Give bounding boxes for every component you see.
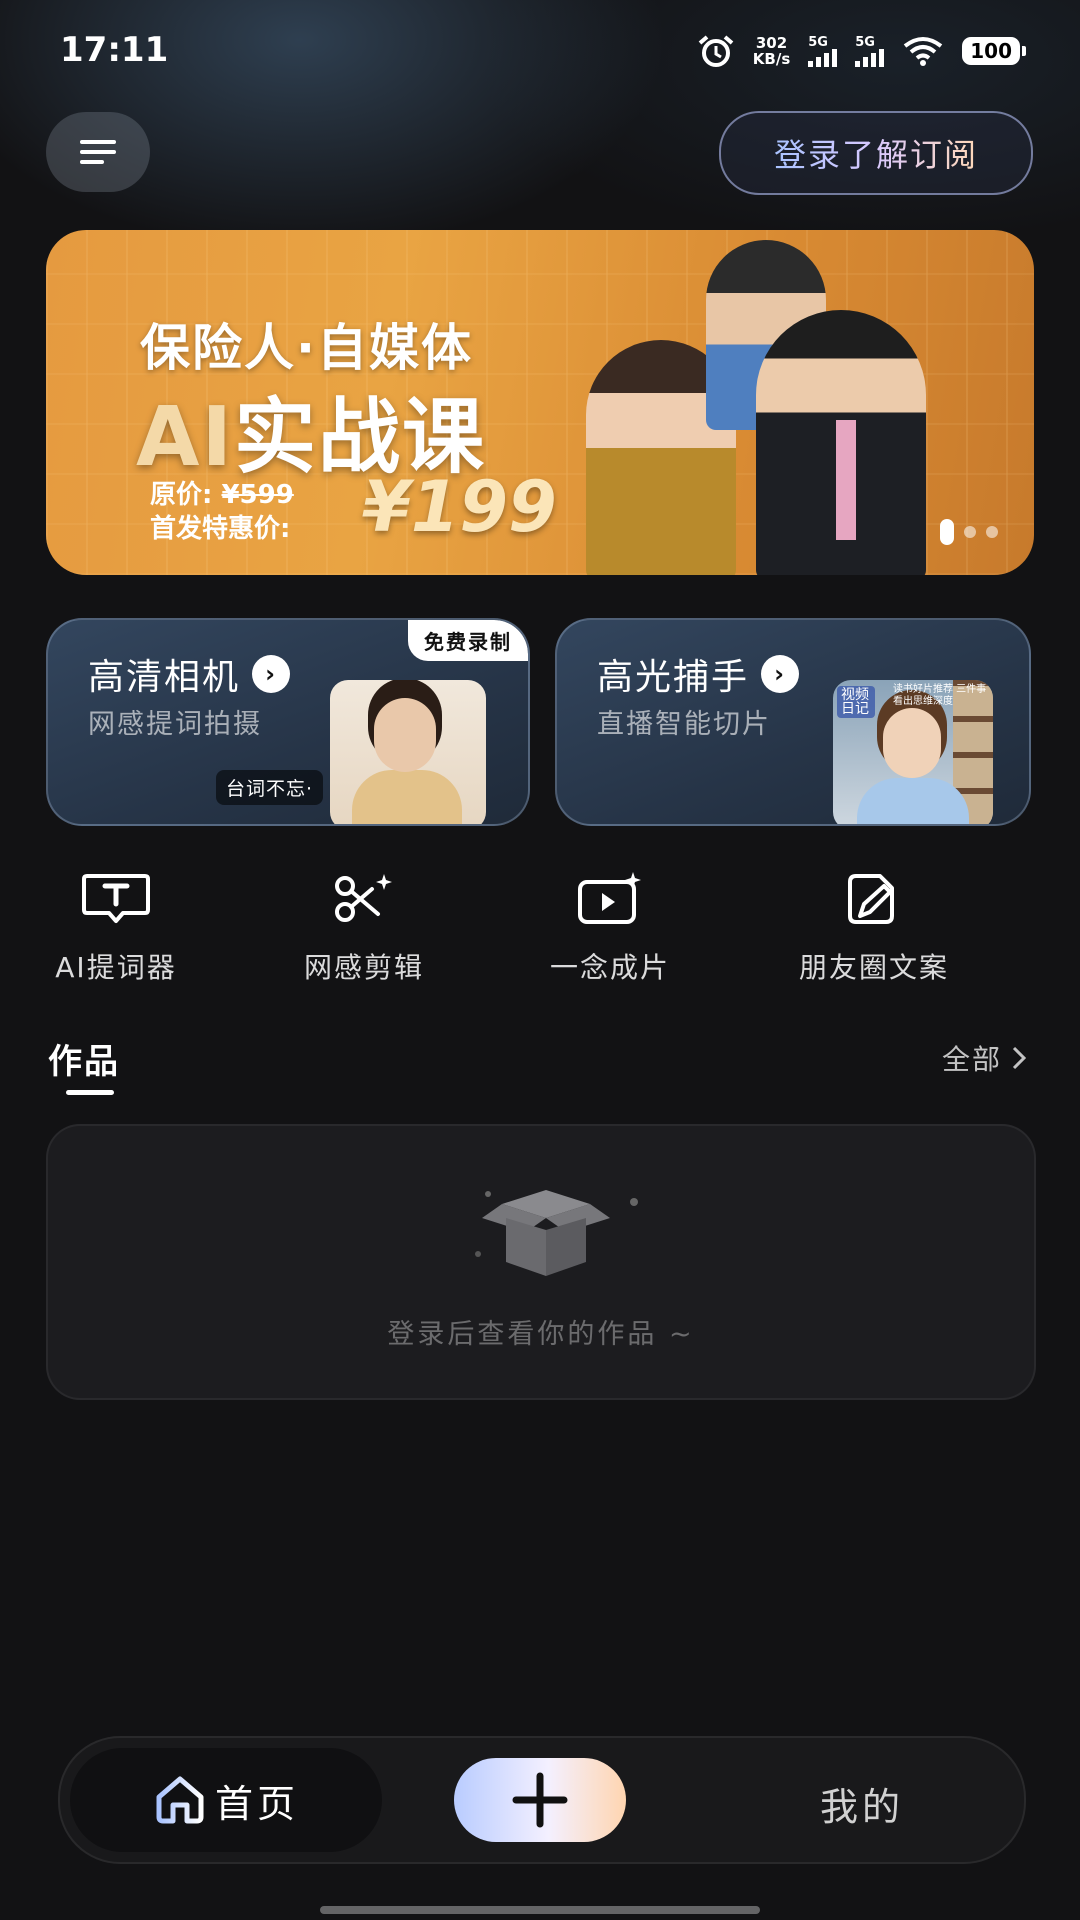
scissors-icon [335,874,392,922]
highlight-catcher-title-text: 高光捕手 [597,657,750,698]
carousel-dot-active [940,519,954,545]
banner-promo-label: 首发特惠价: [150,514,291,544]
hd-camera-title-text: 高清相机 [88,657,241,698]
hd-camera-card[interactable]: 高清相机 › 网感提词拍摄 台词不忘· 免费录制 [46,618,530,826]
original-price-label: 原价: [150,480,213,510]
signal-sim1: 5G [808,34,838,67]
chevron-right-icon [1012,1046,1026,1070]
pen-doc-icon [848,874,894,924]
nav-mine-tab[interactable]: 我的 [820,1776,904,1831]
menu-button[interactable] [46,112,150,192]
thumbnail-face [883,708,941,778]
works-tab-underline [66,1090,114,1095]
battery-indicator: 100 [962,37,1026,65]
status-icons: 302 KB/s 5G 5G 100 [697,34,1026,68]
alarm-icon [698,35,734,67]
thumbnail-body [857,778,969,824]
works-view-all-link[interactable]: 全部 [942,1038,1026,1078]
thumbnail-body [352,770,462,824]
wifi-icon [904,37,943,66]
thumbnail-face [374,698,436,772]
teleprompter-icon [82,874,150,923]
signal-icon [808,48,838,67]
sim1-label: 5G [808,34,828,50]
tool-label: 一念成片 [549,951,670,984]
empty-state-text: 登录后查看你的作品 ~ [387,1319,695,1350]
tool-trend-edit[interactable]: 网感剪辑 [264,872,464,986]
home-indicator [320,1906,760,1914]
nav-home-label: 首页 [214,1781,299,1826]
status-time: 17:11 [60,30,169,70]
carousel-dot [964,526,976,538]
create-button[interactable] [454,1758,626,1842]
chevron-right-icon: › [252,655,291,693]
highlight-catcher-card[interactable]: 高光捕手 › 直播智能切片 视频日记 读书好片推荐 三件事 看出思维深度 [555,618,1031,826]
highlight-catcher-title: 高光捕手 › [597,648,800,700]
hd-camera-thumbnail [330,680,486,824]
hd-camera-title: 高清相机 › [88,648,291,700]
free-record-badge: 免费录制 [408,620,528,661]
banner-tie [836,420,856,540]
tool-moments-copy[interactable]: 朋友圈文案 [774,872,974,986]
net-speed-value: 302 [755,34,788,52]
caption-tag: 台词不忘· [216,770,324,805]
empty-box-icon [475,1190,638,1276]
login-subscribe-label: 登录了解订阅 [774,130,978,176]
video-sparkle-icon [578,872,641,924]
promo-banner[interactable]: 保险人·自媒体 AI实战课 原价: ¥599 首发特惠价: ¥199 [46,230,1034,575]
thumbnail-tag: 视频日记 [837,686,875,718]
signal-sim2: 5G [855,34,885,67]
view-all-label: 全部 [941,1043,1002,1076]
sim2-label: 5G [855,34,875,50]
net-speed-unit: KB/s [752,50,791,68]
highlight-catcher-subtitle: 直播智能切片 [597,709,771,740]
bottom-nav: 首页 我的 [58,1736,1026,1864]
highlight-catcher-thumbnail: 视频日记 读书好片推荐 三件事 看出思维深度 [833,680,993,824]
login-subscribe-button[interactable]: 登录了解订阅 [719,111,1033,195]
carousel-indicator [940,519,998,545]
tool-ai-teleprompter[interactable]: AI提词器 [16,872,216,986]
tool-one-click-video[interactable]: 一念成片 [510,872,710,986]
works-empty-state: 登录后查看你的作品 ~ [46,1124,1036,1400]
tool-label: 朋友圈文案 [798,951,949,984]
signal-icon [855,48,885,67]
chevron-right-icon: › [761,655,800,693]
tool-label: 网感剪辑 [303,951,424,984]
net-speed: 302 KB/s [753,35,790,67]
tool-label: AI提词器 [55,951,177,984]
thumbnail-caption: 读书好片推荐 三件事 看出思维深度 [893,684,987,707]
status-bar: 17:11 302 KB/s 5G 5G 100 [0,0,1080,100]
hamburger-icon [80,140,116,164]
banner-original-price: 原价: ¥599 [150,474,294,511]
hd-camera-subtitle: 网感提词拍摄 [88,709,262,740]
home-icon [156,1776,204,1824]
nav-home-tab[interactable]: 首页 [70,1748,382,1852]
original-price-value: ¥599 [221,480,294,510]
carousel-dot [986,526,998,538]
banner-promo-price: ¥199 [362,466,557,548]
works-tab[interactable]: 作品 [48,1034,120,1083]
banner-ai-text: AI [136,390,234,485]
plus-icon [512,1772,568,1828]
